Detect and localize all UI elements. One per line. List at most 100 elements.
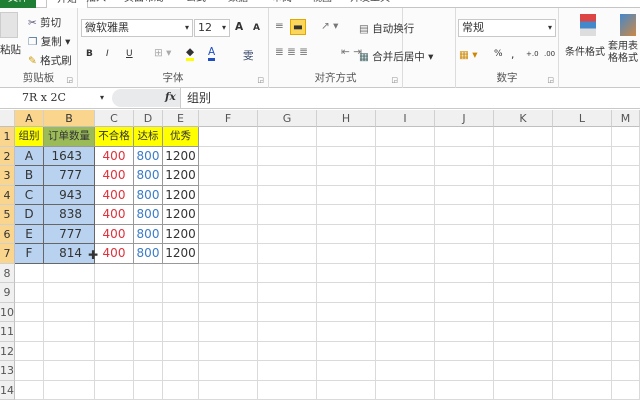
table-cell[interactable]: 1200 <box>163 224 199 244</box>
cell[interactable] <box>163 341 199 361</box>
table-cell[interactable]: 1200 <box>163 146 199 166</box>
table-cell[interactable]: 400 <box>95 166 134 186</box>
table-cell[interactable]: 777 <box>44 224 95 244</box>
spreadsheet-grid[interactable]: A B C D E F G H I J K L M 1 2 3 4 5 6 7 8 9 10 11 12 13 14 组别 订单数量 不合… <box>0 110 640 401</box>
table-header-cell[interactable]: 组别 <box>15 127 44 147</box>
cell[interactable] <box>612 263 640 283</box>
cell[interactable] <box>494 341 553 361</box>
cell[interactable] <box>258 224 317 244</box>
font-size-select[interactable]: 12 ▾ <box>194 19 230 37</box>
table-cell[interactable]: C <box>15 185 44 205</box>
merge-center-button[interactable]: ▦ 合并后居中 ▾ <box>359 49 433 64</box>
cell[interactable] <box>553 224 612 244</box>
cell[interactable] <box>134 283 163 303</box>
cell[interactable] <box>376 361 435 381</box>
cell[interactable] <box>612 127 640 147</box>
cell[interactable] <box>435 205 494 225</box>
column-header-B[interactable]: B <box>44 110 95 127</box>
cell[interactable] <box>612 146 640 166</box>
cell[interactable] <box>163 322 199 342</box>
cell[interactable] <box>494 283 553 303</box>
launcher-icon[interactable]: ◲ <box>391 76 398 84</box>
tab-3[interactable]: 页面布局 <box>124 0 164 8</box>
shrink-font-button[interactable]: A <box>253 23 260 33</box>
column-header-D[interactable]: D <box>134 110 163 127</box>
row-header-8[interactable]: 8 <box>0 263 15 283</box>
cell[interactable] <box>376 380 435 400</box>
cell[interactable] <box>317 302 376 322</box>
cell[interactable] <box>199 380 258 400</box>
cell[interactable] <box>134 263 163 283</box>
cell[interactable] <box>95 302 134 322</box>
table-cell[interactable]: 777 <box>44 166 95 186</box>
cell[interactable] <box>95 361 134 381</box>
cell[interactable] <box>612 185 640 205</box>
table-cell[interactable]: B <box>15 166 44 186</box>
cell[interactable] <box>435 166 494 186</box>
cell[interactable] <box>494 185 553 205</box>
cell[interactable] <box>44 380 95 400</box>
cell[interactable] <box>494 127 553 147</box>
cell[interactable] <box>163 263 199 283</box>
cell[interactable] <box>435 263 494 283</box>
cell[interactable] <box>376 244 435 264</box>
launcher-icon[interactable]: ◲ <box>66 76 73 84</box>
table-cell[interactable]: F <box>15 244 44 264</box>
table-cell[interactable]: 1200 <box>163 166 199 186</box>
table-format-icon[interactable] <box>620 14 636 36</box>
cell[interactable] <box>199 322 258 342</box>
cell[interactable] <box>494 166 553 186</box>
cell[interactable] <box>494 244 553 264</box>
cell[interactable] <box>612 244 640 264</box>
cell[interactable] <box>199 205 258 225</box>
row-header-12[interactable]: 12 <box>0 341 15 361</box>
select-all-corner[interactable] <box>0 110 15 127</box>
font-color-button[interactable]: A <box>208 46 216 61</box>
cell[interactable] <box>317 380 376 400</box>
cell[interactable] <box>376 322 435 342</box>
cell[interactable] <box>163 361 199 381</box>
cell[interactable] <box>199 166 258 186</box>
cell[interactable] <box>317 244 376 264</box>
cut-button[interactable]: ✂ 剪切 <box>28 15 61 30</box>
cell[interactable] <box>199 127 258 147</box>
cell[interactable] <box>95 322 134 342</box>
cell[interactable] <box>553 166 612 186</box>
cell[interactable] <box>199 224 258 244</box>
cell[interactable] <box>376 341 435 361</box>
paste-icon[interactable] <box>0 12 18 38</box>
cell[interactable] <box>494 361 553 381</box>
cell[interactable] <box>553 263 612 283</box>
cell[interactable] <box>494 380 553 400</box>
cell[interactable] <box>376 283 435 303</box>
row-header-11[interactable]: 11 <box>0 322 15 342</box>
conditional-format-icon[interactable] <box>580 14 596 36</box>
fx-button[interactable]: fx <box>165 91 176 103</box>
percent-button[interactable]: % <box>494 49 503 59</box>
cell[interactable] <box>15 263 44 283</box>
cell[interactable] <box>376 146 435 166</box>
tab-8[interactable]: 开发工具 <box>350 0 390 8</box>
italic-button[interactable]: I <box>106 49 109 59</box>
column-header-G[interactable]: G <box>258 110 317 127</box>
cell[interactable] <box>553 127 612 147</box>
column-header-M[interactable]: M <box>612 110 640 127</box>
conditional-format-button[interactable]: 条件格式 <box>565 43 605 58</box>
cell[interactable] <box>199 146 258 166</box>
cell[interactable] <box>199 263 258 283</box>
cell[interactable] <box>95 263 134 283</box>
cell[interactable] <box>376 224 435 244</box>
cell[interactable] <box>376 127 435 147</box>
cell[interactable] <box>134 380 163 400</box>
cell[interactable] <box>199 185 258 205</box>
cell[interactable] <box>553 341 612 361</box>
number-format-select[interactable]: 常规 ▾ <box>458 19 556 37</box>
tab-0[interactable]: 文件 <box>0 0 36 8</box>
column-header-K[interactable]: K <box>494 110 553 127</box>
table-cell[interactable]: 400 <box>95 244 134 264</box>
table-header-cell[interactable]: 达标 <box>134 127 163 147</box>
row-header-9[interactable]: 9 <box>0 283 15 303</box>
cell[interactable] <box>258 244 317 264</box>
orientation-icon[interactable]: ↗ ▾ <box>321 20 338 32</box>
cell[interactable] <box>376 166 435 186</box>
